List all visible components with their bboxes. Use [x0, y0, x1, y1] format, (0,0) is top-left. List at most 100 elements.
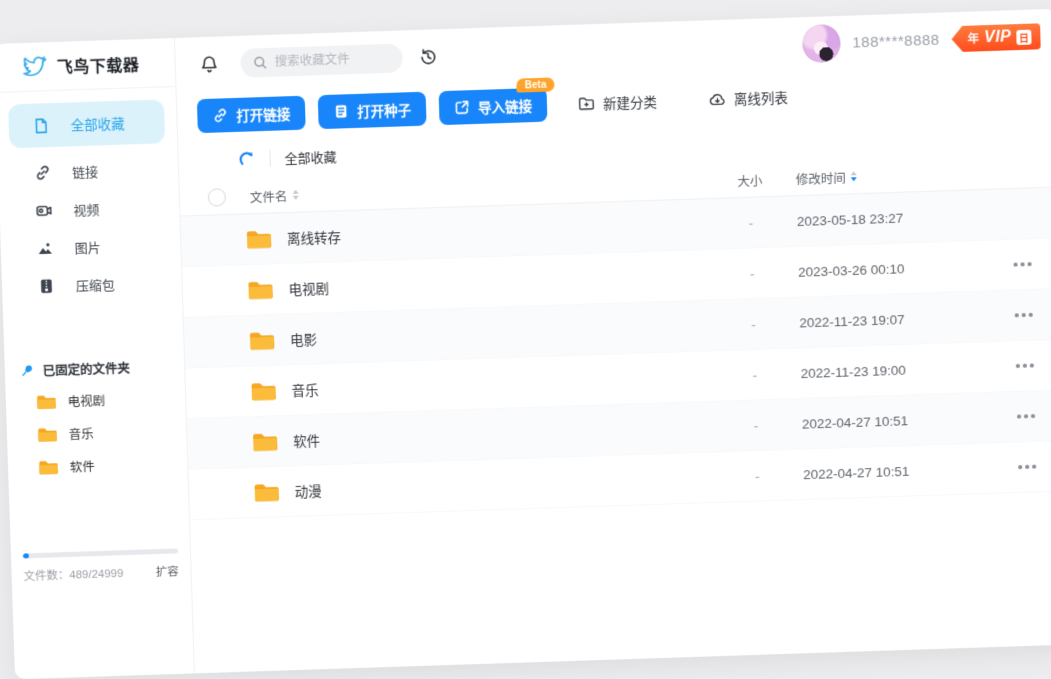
user-avatar[interactable]: [802, 24, 841, 63]
folder-icon: [246, 279, 273, 301]
pinned-folders-list: 电视剧 音乐 软件: [5, 381, 187, 485]
file-size: -: [710, 416, 802, 434]
pinned-folders-section: 已固定的文件夹 电视剧 音乐 软件: [5, 356, 188, 485]
app-title: 飞鸟下载器: [56, 51, 139, 78]
offline-list-button[interactable]: 离线列表: [694, 79, 802, 116]
column-header-size[interactable]: 大小: [704, 169, 796, 191]
app-window: 飞鸟下载器 全部收藏 链接: [0, 9, 1051, 679]
video-icon: [35, 201, 53, 218]
folder-icon: [38, 459, 58, 476]
more-menu-icon[interactable]: [1014, 459, 1040, 475]
files-count-label: 文件数：: [23, 567, 69, 584]
sidebar-item-all-favorites[interactable]: 全部收藏: [8, 99, 165, 148]
vip-label: VIP: [984, 28, 1012, 47]
expand-storage-link[interactable]: 扩容: [156, 563, 179, 580]
files-table: 文件名 大小 修改时间 离线转存: [179, 153, 1051, 674]
import-link-label: 导入链接: [478, 95, 533, 117]
sidebar-item-archives[interactable]: 压缩包: [1, 262, 182, 306]
user-area: 188****8888 年 VIP 日: [802, 17, 1041, 63]
sort-desc-icon: [851, 171, 857, 181]
sidebar-item-label: 全部收藏: [70, 113, 125, 135]
pinned-folder-label: 电视剧: [67, 390, 105, 410]
open-torrent-label: 打开种子: [357, 99, 412, 121]
breadcrumb-divider: [269, 149, 271, 166]
torrent-file-icon: [333, 103, 349, 119]
refresh-icon[interactable]: [236, 149, 256, 169]
cloud-download-icon: [709, 91, 726, 107]
search-bar[interactable]: [240, 43, 403, 77]
file-modified: 2022-04-27 10:51: [802, 410, 988, 431]
pinned-folder-label: 软件: [69, 456, 95, 476]
app-logo: 飞鸟下载器: [0, 38, 175, 93]
file-modified: 2022-11-23 19:00: [800, 360, 986, 381]
storage-progress-fill: [23, 553, 29, 558]
sidebar-item-label: 图片: [74, 237, 101, 257]
file-modified: 2022-11-23 19:07: [799, 309, 985, 330]
sidebar-item-label: 视频: [73, 199, 100, 219]
image-icon: [36, 239, 54, 256]
open-torrent-button[interactable]: 打开种子: [318, 92, 427, 130]
vip-badge[interactable]: 年 VIP 日: [951, 23, 1040, 52]
file-name: 音乐: [291, 379, 318, 400]
offline-list-label: 离线列表: [734, 87, 788, 109]
pinned-folders-title: 已固定的文件夹: [42, 358, 130, 380]
folder-icon: [248, 329, 275, 351]
sidebar: 飞鸟下载器 全部收藏 链接: [0, 38, 195, 679]
sort-carets-icon: [292, 190, 298, 200]
history-icon[interactable]: [418, 47, 438, 67]
vip-day-label: 日: [1016, 29, 1031, 44]
folder-icon: [36, 393, 56, 410]
file-name: 电影: [290, 329, 318, 350]
notification-bell-icon[interactable]: [199, 54, 219, 74]
pinned-folders-header: 已固定的文件夹: [5, 356, 185, 381]
import-icon: [454, 99, 470, 115]
sidebar-item-label: 链接: [72, 161, 99, 181]
name-header-label: 文件名: [250, 186, 288, 206]
folder-icon: [251, 431, 278, 453]
folder-icon: [37, 426, 57, 443]
storage-progress-bar: [23, 548, 178, 558]
column-header-modified[interactable]: 修改时间: [796, 163, 982, 188]
link-icon: [34, 163, 52, 181]
file-modified: 2023-03-26 00:10: [798, 258, 984, 279]
file-modified: 2022-04-27 10:51: [803, 461, 989, 482]
modified-header-label: 修改时间: [796, 167, 846, 188]
file-name: 离线转存: [287, 226, 341, 248]
more-menu-icon[interactable]: [1010, 256, 1036, 272]
open-link-label: 打开链接: [236, 103, 291, 125]
sidebar-item-images[interactable]: 图片: [0, 225, 181, 269]
zip-icon: [38, 277, 56, 294]
storage-footer: 文件数： 489/24999 扩容: [23, 548, 179, 584]
folder-icon: [253, 481, 280, 503]
file-size: -: [708, 315, 800, 333]
pinned-folder-software[interactable]: 软件: [8, 446, 188, 485]
more-menu-icon[interactable]: [1011, 307, 1037, 323]
breadcrumb-current: 全部收藏: [284, 146, 337, 167]
file-modified: 2023-05-18 23:27: [797, 207, 983, 228]
more-menu-icon[interactable]: [1013, 408, 1039, 424]
new-category-label: 新建分类: [603, 91, 657, 113]
vip-year-label: 年: [967, 30, 979, 46]
select-all-checkbox[interactable]: [208, 188, 227, 207]
sidebar-item-videos[interactable]: 视频: [0, 187, 180, 231]
main-panel: 188****8888 年 VIP 日 打开链接: [175, 9, 1051, 674]
sidebar-item-links[interactable]: 链接: [0, 149, 179, 193]
user-phone: 188****8888: [852, 31, 940, 51]
document-icon: [32, 117, 50, 135]
file-size: -: [705, 214, 797, 232]
search-icon: [252, 54, 267, 69]
more-menu-icon[interactable]: [1012, 358, 1038, 374]
pinned-folder-label: 音乐: [68, 423, 94, 443]
beta-badge: Beta: [517, 77, 555, 92]
file-size: -: [709, 366, 801, 384]
file-name: 动漫: [294, 480, 321, 501]
sidebar-menu: 全部收藏 链接 视频: [0, 87, 182, 306]
new-category-button[interactable]: 新建分类: [563, 84, 671, 121]
file-size: -: [711, 467, 803, 485]
folder-icon: [245, 228, 272, 250]
new-folder-icon: [578, 96, 595, 112]
import-link-button[interactable]: Beta 导入链接: [439, 88, 548, 126]
search-input[interactable]: [274, 51, 384, 69]
open-link-button[interactable]: 打开链接: [197, 96, 306, 133]
folder-icon: [249, 380, 276, 402]
